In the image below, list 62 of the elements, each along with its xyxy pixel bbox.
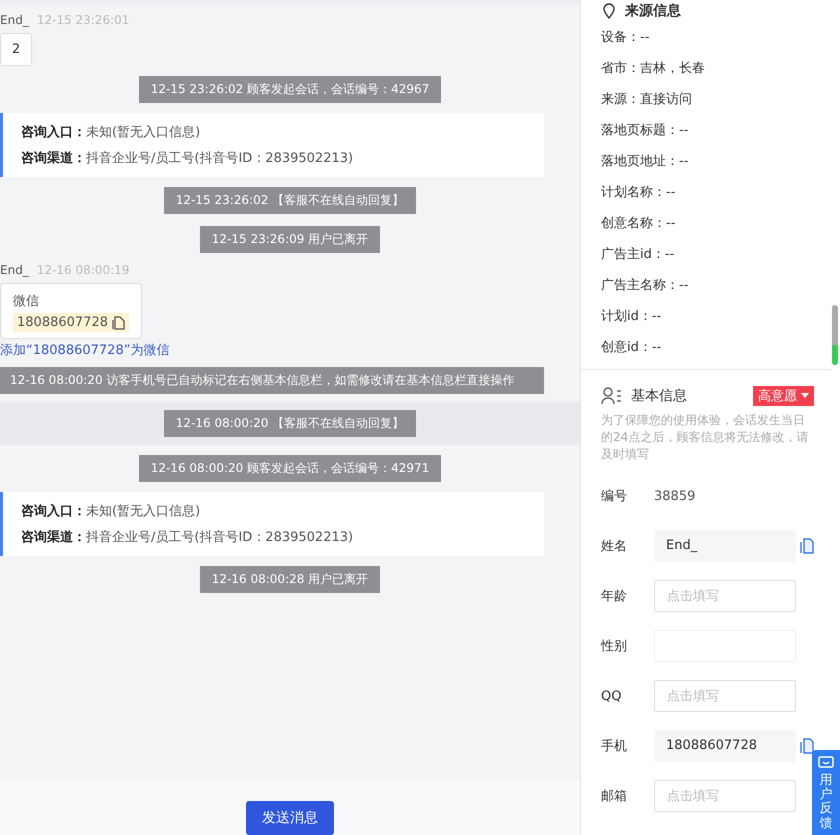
field-label: 邮箱 xyxy=(601,788,628,805)
section-title: 来源信息 xyxy=(625,2,681,20)
location-pin-icon xyxy=(601,3,617,19)
consult-value: 未知(暂无入口信息) xyxy=(86,125,200,140)
consult-label: 咨询入口： xyxy=(21,125,86,140)
field-label: QQ xyxy=(601,688,622,704)
add-wechat-link[interactable]: 添加“18088607728”为微信 xyxy=(0,341,170,359)
chat-icon xyxy=(818,756,834,770)
sender-name: End_ xyxy=(0,263,29,277)
sender-name: End_ xyxy=(0,13,29,27)
section-title: 基本信息 xyxy=(631,387,687,405)
wechat-number: 18088607728 xyxy=(13,313,129,332)
input-field[interactable]: 点击填写 xyxy=(654,780,796,812)
scrollbar[interactable] xyxy=(832,305,838,365)
source-info-item: 创意名称：-- xyxy=(601,215,676,233)
source-info-item: 落地页标题：-- xyxy=(601,122,690,140)
source-info-item: 设备：-- xyxy=(601,29,650,47)
user-list-icon xyxy=(601,387,623,405)
field-label: 性别 xyxy=(601,638,628,655)
system-message: 12-15 23:26:09 用户已离开 xyxy=(200,226,380,253)
intent-dropdown[interactable]: 高意愿 xyxy=(753,386,814,406)
source-info-item: 创意id：-- xyxy=(601,339,662,357)
source-info-item: 省市：吉林，长春 xyxy=(601,60,706,78)
copy-icon[interactable] xyxy=(800,538,814,554)
field-label: 年龄 xyxy=(601,588,628,605)
feedback-label: 用户反馈 xyxy=(820,774,832,831)
message-time: 12-16 08:00:19 xyxy=(36,263,130,277)
system-message: 12-16 08:00:20 访客手机号已自动标记在右侧基本信息栏，如需修改请在基本信息栏直接操作 xyxy=(0,367,544,394)
message-bubble: 2 xyxy=(0,33,32,66)
consult-label: 咨询渠道： xyxy=(21,530,86,545)
copy-icon[interactable] xyxy=(800,738,814,754)
consult-value: 未知(暂无入口信息) xyxy=(86,504,200,519)
consult-label: 咨询渠道： xyxy=(21,151,86,166)
readonly-field: End_ xyxy=(654,530,796,562)
consult-value: 抖音企业号/员工号(抖音号ID：2839502213) xyxy=(86,151,354,166)
input-field[interactable]: 点击填写 xyxy=(654,580,796,612)
source-info-item: 来源：直接访问 xyxy=(601,91,693,109)
field-label: 姓名 xyxy=(601,538,628,555)
system-message: 12-15 23:26:02 顾客发起会话，会话编号：42967 xyxy=(138,76,442,103)
caret-icon xyxy=(801,393,809,399)
consult-value: 抖音企业号/员工号(抖音号ID：2839502213) xyxy=(86,530,354,545)
source-info-item: 计划id：-- xyxy=(601,308,662,326)
readonly-field: 18088607728 xyxy=(654,730,796,762)
field-value: 38859 xyxy=(654,488,696,504)
system-message: 12-16 08:00:28 用户已离开 xyxy=(200,566,380,593)
source-info-item: 计划名称：-- xyxy=(601,184,676,202)
card-title: 微信 xyxy=(13,293,40,310)
send-button[interactable]: 发送消息 xyxy=(246,801,334,835)
consult-label: 咨询入口： xyxy=(21,504,86,519)
message-time: 12-15 23:26:01 xyxy=(36,13,130,27)
info-note: 为了保障您的使用体验，会话发生当日的24点之后，顾客信息将无法修改，请及时填写 xyxy=(601,412,810,463)
system-message: 12-15 23:26:02 【客服不在线自动回复】 xyxy=(164,187,416,214)
source-info-item: 广告主id：-- xyxy=(601,246,676,264)
source-info-item: 落地页地址：-- xyxy=(601,153,690,171)
system-message: 12-16 08:00:20 【客服不在线自动回复】 xyxy=(164,410,416,437)
source-info-item: 广告主名称：-- xyxy=(601,277,690,295)
copy-icon[interactable] xyxy=(112,316,125,330)
field-label: 手机 xyxy=(601,738,628,755)
field-label: 编号 xyxy=(601,488,628,505)
feedback-tab[interactable]: 用户反馈 xyxy=(812,750,840,835)
input-field[interactable]: 点击填写 xyxy=(654,680,796,712)
system-message: 12-16 08:00:20 顾客发起会话，会话编号：42971 xyxy=(138,455,442,482)
